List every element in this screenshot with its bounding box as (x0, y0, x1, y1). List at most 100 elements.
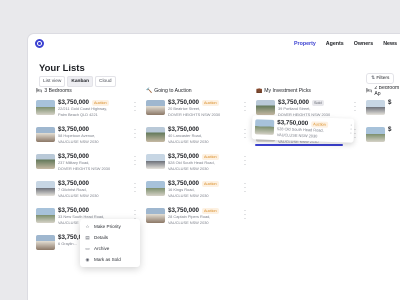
property-photo (146, 100, 165, 115)
property-address-line: VAUCLUSE NSW 2030 (168, 219, 209, 225)
column-title: Going to Auction (154, 87, 192, 94)
property-price: $ (388, 99, 392, 106)
column-title: My Investment Picks (264, 87, 311, 94)
property-photo (146, 127, 165, 142)
card-menu-icon[interactable]: ··· (244, 100, 246, 114)
card-menu-icon[interactable]: ··· (134, 181, 136, 195)
card-menu-icon[interactable]: ··· (354, 100, 356, 114)
property-card[interactable]: $··· (366, 123, 400, 147)
column-emoji-icon: 🔨 (146, 87, 153, 94)
property-address-line: 528 Old South Head Road, (168, 160, 215, 165)
star-icon: ☆ (85, 223, 90, 229)
property-price: $3,750,000 (278, 99, 309, 106)
property-address-line: Palm Beach QLD 4221 (58, 111, 98, 117)
property-card[interactable]: $3,750,000 Auction 16 Kings Road, VAUCLUSE … (146, 177, 248, 201)
price-row: $3,750,000 Auction (168, 207, 248, 214)
nav-item-property[interactable]: Property (294, 41, 316, 47)
property-card[interactable]: $3,750,000 Auction 528 Old South Head Road… (146, 150, 248, 174)
price-row: $3,750,000 (58, 153, 138, 160)
card-context-menu: ☆ Make Priority ▤ Details ▭ Archive ◉ Ma… (80, 219, 140, 267)
details-icon: ▤ (85, 234, 90, 240)
page-title: Your Lists (39, 63, 85, 74)
nav-item-news[interactable]: News (383, 41, 397, 47)
column-emoji-icon: 💼 (256, 87, 263, 94)
property-card[interactable]: $3,750,000 7 Gilchrist Road, VAUCLUSE NSW … (36, 177, 138, 201)
property-address-line: DOVER HEIGHTS NSW 2030 (168, 111, 221, 117)
nav-item-agents[interactable]: Agents (326, 41, 344, 47)
price-row: $3,750,000 (58, 207, 138, 214)
card-menu-icon[interactable]: ··· (350, 123, 352, 137)
archive-icon: ▭ (85, 245, 90, 251)
price-row: $3,750,000 (58, 126, 138, 133)
property-price: $3,750,000 (168, 180, 199, 187)
menu-item-label: Details (94, 235, 109, 240)
card-menu-icon[interactable]: ··· (134, 154, 136, 168)
main-nav: Property Agents Owners News R (294, 34, 400, 54)
card-info: $3,750,000 237 Military Road, DOVER HEIGHT… (58, 150, 138, 171)
property-address-line: 7 Gilchrist Road, (58, 187, 87, 192)
price-row: $3,750,000 Auction (168, 153, 248, 160)
property-card[interactable]: $3,750,000 237 Military Road, DOVER HEIGHT… (36, 150, 138, 174)
card-info: $3,750,000 Sold 39 Portland Street, DOVER H… (278, 96, 358, 117)
property-address-line: 16 Kings Road, (168, 187, 195, 192)
card-menu-icon[interactable]: ··· (244, 127, 246, 141)
filters-button[interactable]: Filters (366, 73, 395, 84)
property-address-line: 237 Military Road, (58, 160, 90, 165)
property-address-line: 40 Lancaster Road, (168, 133, 202, 138)
property-photo (256, 100, 275, 115)
property-price: $3,750,000 (58, 207, 89, 214)
card-menu-icon[interactable]: ··· (354, 127, 356, 141)
toolbar-actions: Filters (366, 73, 395, 84)
property-address-line: 28 Captain Pipers Road, (168, 214, 211, 219)
card-info: $3,750,000 Auction 20 Beatrice Street, DOVE… (168, 96, 248, 117)
property-card[interactable]: $3,750,000 Auction 28 Captain Pipers Road,… (146, 204, 248, 228)
card-list: $3,750,000 Auction 20 Beatrice Street, DOVE… (146, 96, 248, 228)
card-info: $3,750,000 Auction 528 Old South Head Road… (168, 150, 248, 171)
auction-badge: Auction (311, 120, 328, 128)
property-card[interactable]: $3,750,000 Auction 20 Beatrice Street, DOVE… (146, 96, 248, 120)
menu-item-mark-as-sold[interactable]: ◉ Mark as Sold (80, 254, 140, 265)
property-price: $3,750,000 (168, 207, 199, 214)
property-photo (366, 127, 385, 142)
property-address-line: 22/211 Gold Coast Highway, (58, 106, 107, 111)
property-price: $3,750,000 (168, 153, 199, 160)
menu-item-make-priority[interactable]: ☆ Make Priority (80, 221, 140, 232)
property-card[interactable]: $··· (366, 96, 400, 120)
card-menu-icon[interactable]: ··· (244, 208, 246, 222)
property-address-line: VAUCLUSE NSW 2030 (168, 165, 209, 171)
menu-item-details[interactable]: ▤ Details (80, 232, 140, 243)
card-info: $3,750,000 Auction 28 Captain Pipers Road,… (168, 204, 248, 225)
menu-item-archive[interactable]: ▭ Archive (80, 243, 140, 254)
auction-badge: Auction (201, 180, 219, 187)
property-price: $ (388, 126, 392, 133)
price-row: $3,750,000 Sold (278, 99, 358, 106)
dragging-property-card[interactable]: $3,750,000 Auction 528 Old South Head Road… (251, 115, 355, 143)
price-row: $3,750,000 Auction (168, 99, 248, 106)
card-menu-icon[interactable]: ··· (134, 100, 136, 114)
property-price: $3,750,000 (168, 126, 199, 133)
price-row: $3,750,000 Auction (58, 99, 138, 106)
column-header: 🛏 2 Bedroom Ap (366, 86, 400, 97)
nav-item-owners[interactable]: Owners (354, 41, 373, 47)
kanban-column: 🛏2 Bedroom Ap$···$··· (366, 86, 400, 150)
property-address-line: DOVER HEIGHTS NSW 2030 (58, 165, 111, 171)
card-menu-icon[interactable]: ··· (244, 181, 246, 195)
property-card[interactable]: $3,750,000 58 Hopetoun Avenue, VAUCLUSE NS… (36, 123, 138, 147)
property-card[interactable]: $3,750,000 40 Lancaster Road, VAUCLUSE NSW… (146, 123, 248, 147)
property-price: $3,750,000 (58, 126, 89, 133)
property-card[interactable]: $3,750,000 Auction 22/211 Gold Coast Highw… (36, 96, 138, 120)
property-photo (36, 154, 55, 169)
card-menu-icon[interactable]: ··· (244, 154, 246, 168)
column-emoji-icon: 🛏 (36, 87, 43, 94)
logo-icon[interactable] (35, 39, 44, 48)
price-row: $3,750,000 Auction (168, 180, 248, 187)
property-photo (254, 119, 275, 135)
price-row: $ (388, 99, 400, 106)
property-address-line: VAUCLUSE NSW 2030 (168, 192, 209, 198)
property-address-line: VAUCLUSE NSW 2030 (58, 192, 99, 198)
property-address-line: 20 Beatrice Street, (168, 106, 201, 111)
card-menu-icon[interactable]: ··· (134, 127, 136, 141)
card-info: $3,750,000 40 Lancaster Road, VAUCLUSE NSW… (168, 123, 248, 144)
property-photo (366, 100, 385, 115)
column-emoji-icon: 🛏 (366, 87, 373, 94)
